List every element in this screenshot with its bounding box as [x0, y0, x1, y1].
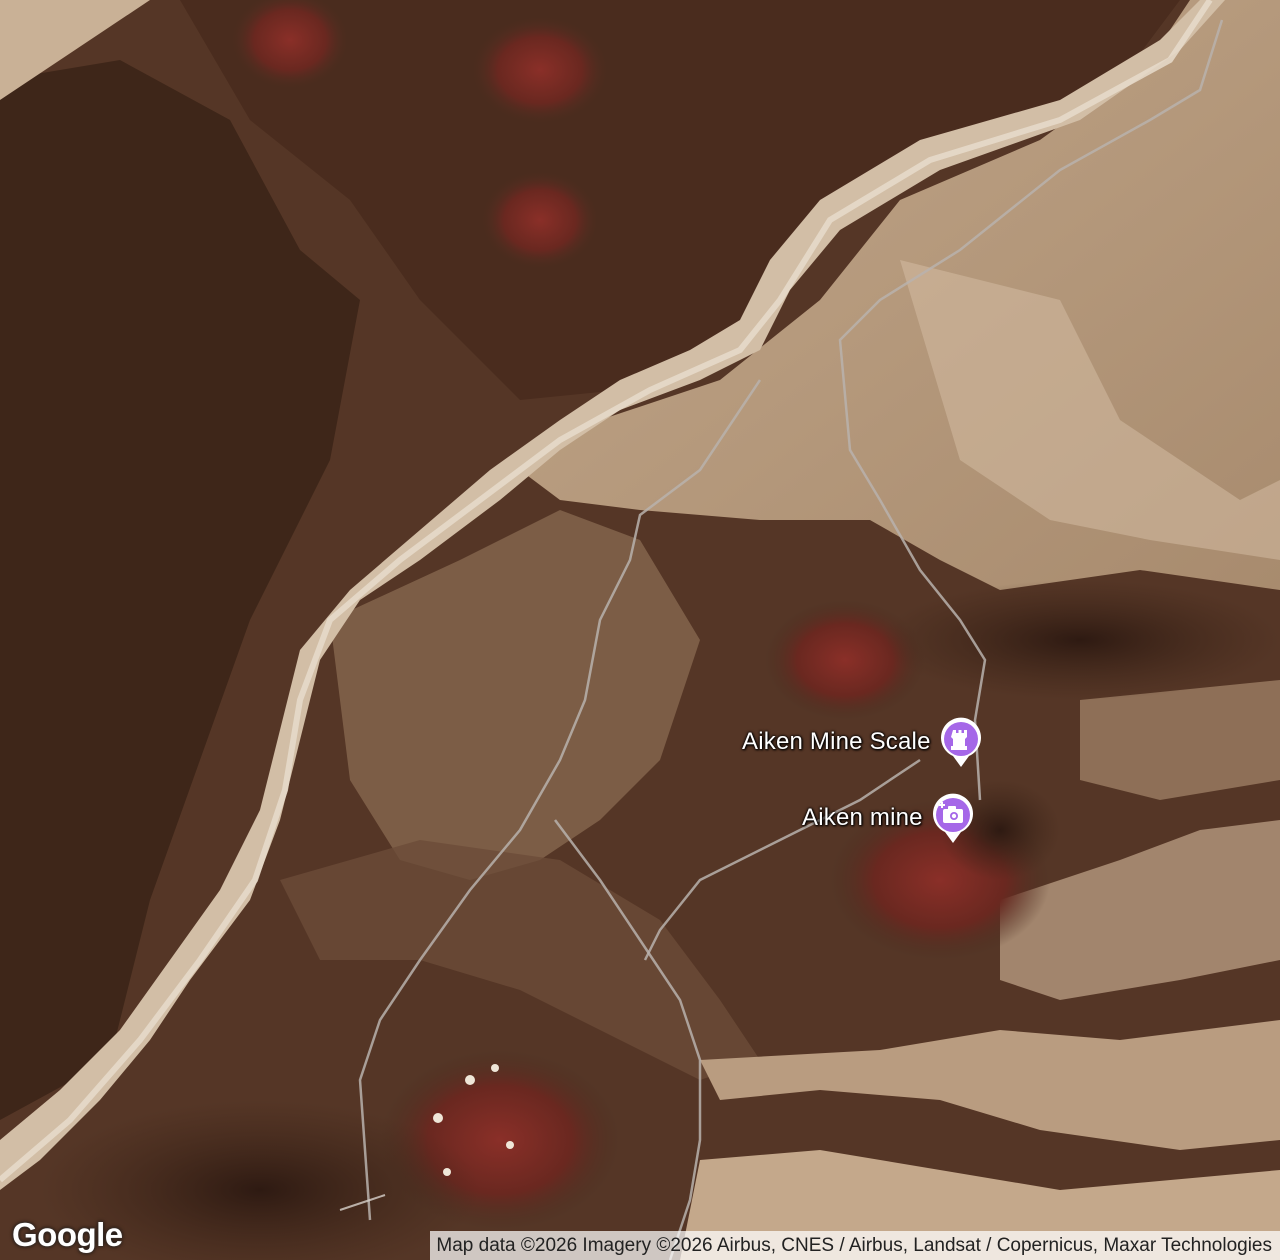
poi-label: Aiken mine [802, 804, 923, 831]
cinder-cone-mid-north [480, 170, 600, 270]
poi-aiken-mine-scale[interactable]: Aiken Mine Scale [742, 714, 985, 770]
camera-plus-icon [932, 793, 973, 843]
cinder-cone-north [470, 15, 610, 125]
rock-spot [491, 1064, 499, 1072]
google-logo: Google [12, 1216, 123, 1253]
poi-aiken-mine[interactable]: Aiken mine [802, 790, 977, 846]
rock-spot [465, 1075, 475, 1085]
map-attribution[interactable]: Map data ©2026 Imagery ©2026 Airbus, CNE… [430, 1231, 1280, 1260]
poi-label: Aiken Mine Scale [742, 728, 931, 755]
dark-lava-east [880, 580, 1280, 700]
rock-spot [506, 1141, 514, 1149]
rock-spot [443, 1168, 451, 1176]
rock-spot [433, 1113, 443, 1123]
satellite-map[interactable] [0, 0, 1280, 1260]
castle-icon [940, 717, 981, 767]
